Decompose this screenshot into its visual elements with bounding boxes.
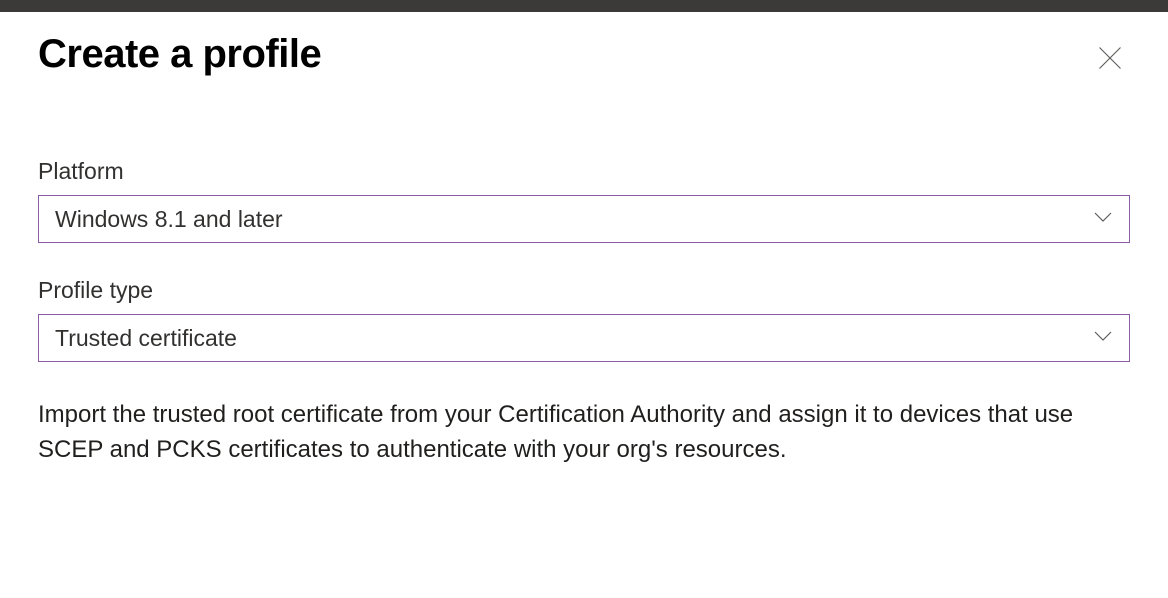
page-title: Create a profile bbox=[38, 32, 321, 77]
platform-dropdown-value: Windows 8.1 and later bbox=[55, 206, 1093, 233]
close-icon bbox=[1096, 44, 1124, 72]
create-profile-panel: Create a profile Platform Windows 8.1 an… bbox=[0, 12, 1168, 468]
platform-dropdown[interactable]: Windows 8.1 and later bbox=[38, 195, 1130, 243]
chevron-down-icon bbox=[1093, 210, 1113, 228]
platform-field-group: Platform Windows 8.1 and later bbox=[38, 158, 1130, 243]
close-button[interactable] bbox=[1090, 38, 1130, 78]
profile-type-dropdown[interactable]: Trusted certificate bbox=[38, 314, 1130, 362]
profile-type-dropdown-value: Trusted certificate bbox=[55, 325, 1093, 352]
panel-header: Create a profile bbox=[38, 32, 1130, 78]
profile-type-label: Profile type bbox=[38, 277, 1130, 304]
profile-description-text: Import the trusted root certificate from… bbox=[38, 398, 1078, 468]
chevron-down-icon bbox=[1093, 329, 1113, 347]
window-top-bar bbox=[0, 0, 1168, 12]
platform-label: Platform bbox=[38, 158, 1130, 185]
profile-type-field-group: Profile type Trusted certificate bbox=[38, 277, 1130, 362]
